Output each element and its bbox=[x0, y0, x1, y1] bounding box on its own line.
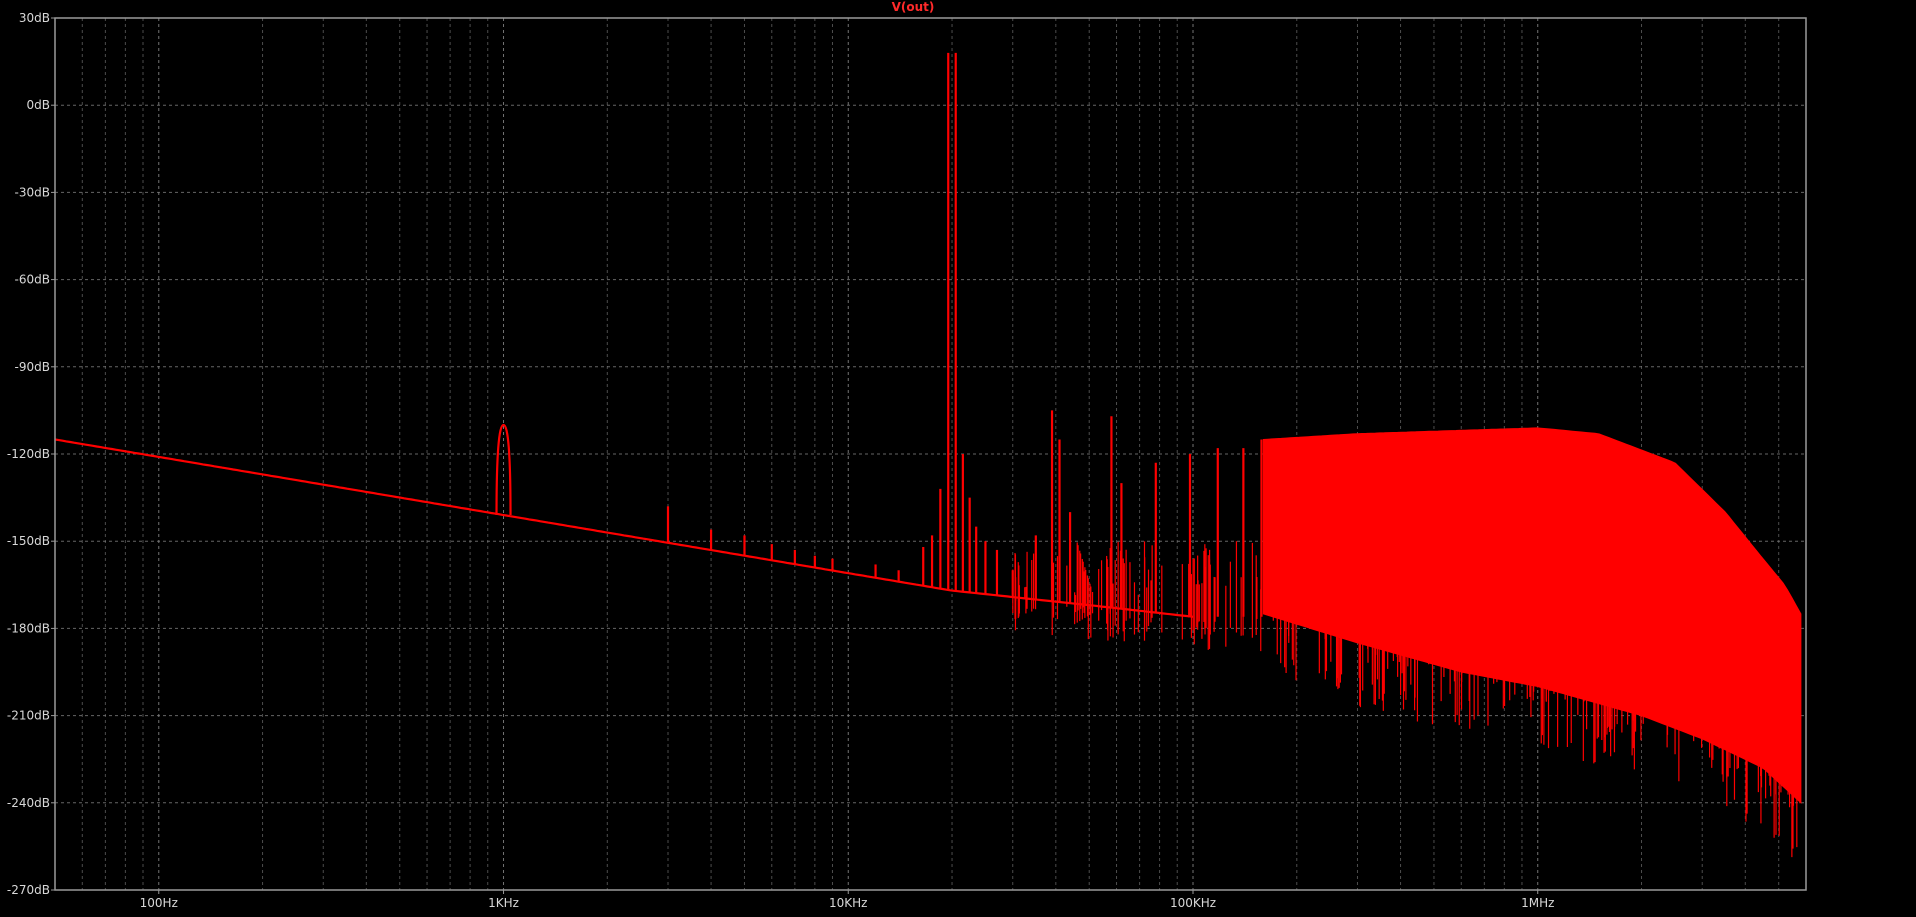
y-tick-label: -270dB bbox=[7, 883, 50, 897]
chart-title: V(out) bbox=[892, 0, 935, 14]
y-tick-label: 30dB bbox=[19, 11, 50, 25]
x-tick-label: 100KHz bbox=[1170, 896, 1216, 910]
y-tick-label: -60dB bbox=[15, 273, 50, 287]
y-tick-label: -180dB bbox=[7, 621, 50, 635]
y-tick-label: -150dB bbox=[7, 534, 50, 548]
spectrum-chart: 30dB 0dB -30dB -60dB -90dB -120dB -150dB -180dB… bbox=[0, 0, 1916, 917]
y-tick-label: -30dB bbox=[15, 185, 50, 199]
y-tick-label: -120dB bbox=[7, 447, 50, 461]
y-tick-label: -90dB bbox=[15, 360, 50, 374]
x-tick-label: 1KHz bbox=[488, 896, 519, 910]
x-tick-label: 100Hz bbox=[140, 896, 178, 910]
y-tick-label: 0dB bbox=[27, 98, 50, 112]
y-tick-label: -210dB bbox=[7, 709, 50, 723]
x-tick-label: 10KHz bbox=[829, 896, 867, 910]
y-tick-label: -240dB bbox=[7, 796, 50, 810]
x-tick-label: 1MHz bbox=[1521, 896, 1554, 910]
